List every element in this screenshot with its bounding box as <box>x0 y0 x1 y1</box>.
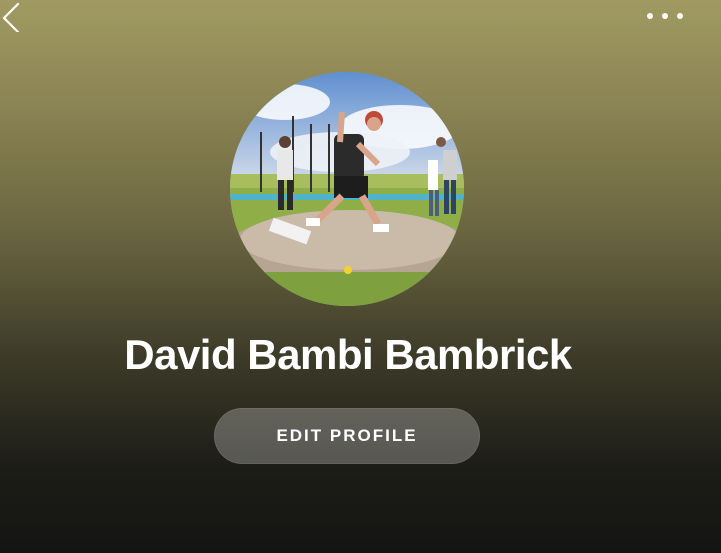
profile-photo <box>230 72 464 306</box>
profile-name: David Bambi Bambrick <box>124 331 572 378</box>
more-horizontal-icon <box>647 13 683 19</box>
avatar <box>230 72 464 306</box>
chevron-left-icon <box>2 2 20 32</box>
back-button[interactable] <box>0 2 24 32</box>
more-options-button[interactable] <box>640 4 690 28</box>
edit-profile-button[interactable]: EDIT PROFILE <box>214 408 480 464</box>
edit-profile-label: EDIT PROFILE <box>276 426 418 445</box>
